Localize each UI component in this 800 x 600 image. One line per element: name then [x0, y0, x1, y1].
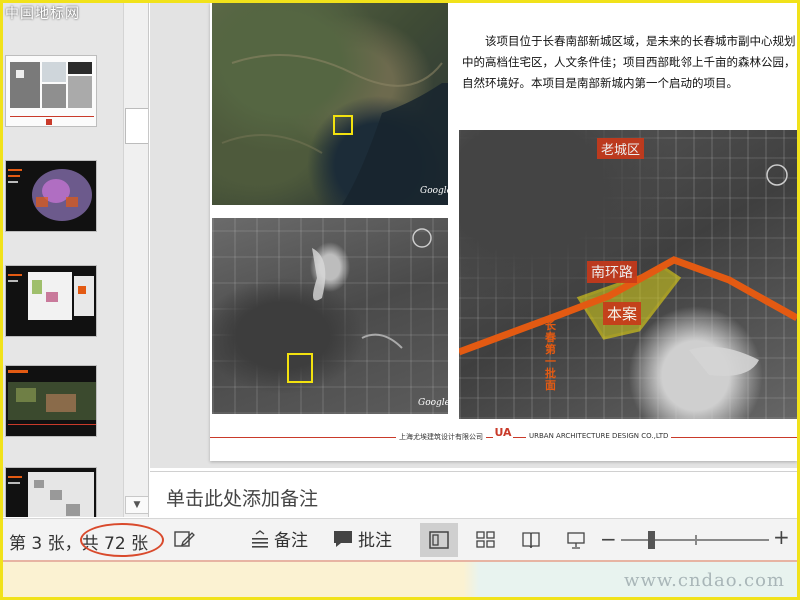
project-description: 该项目位于长春南部新城区域，是未来的长春城市副中心规划中的高档住宅区，人文条件佳… — [462, 34, 796, 90]
company-name-en: URBAN ARCHITECTURE DESIGN CO.,LTD — [526, 432, 672, 440]
company-logo: UA — [493, 427, 513, 455]
slide-counter-prefix: 第 3 张， — [9, 534, 82, 554]
location-marker — [333, 115, 353, 135]
slide-thumbnail-2[interactable] — [5, 160, 97, 232]
slide-sorter-icon — [476, 531, 496, 549]
scroll-down-button[interactable]: ▼ — [125, 496, 148, 514]
notes-placeholder[interactable]: 单击此处添加备注 — [166, 484, 318, 511]
thumbnail-top-label: 中国地标网 — [5, 6, 80, 22]
google-watermark: Google — [418, 398, 448, 408]
zoom-center-tick — [695, 535, 697, 545]
project-site-label: 本案 — [603, 302, 642, 325]
company-name-cn: 上海尤埃建筑设计有限公司 — [396, 432, 486, 442]
normal-view-button[interactable] — [420, 523, 458, 557]
slide-sorter-button[interactable] — [467, 523, 505, 557]
bottom-strip: www.cndao.com — [3, 560, 797, 597]
highlight-circle — [80, 523, 164, 557]
slide-editing-area: Google Google 该项目位于长春南部新城区域，是未来的长春城市副中心规… — [150, 3, 797, 468]
reading-view-icon — [521, 531, 541, 549]
slide-thumbnail-3[interactable] — [5, 265, 97, 337]
annotated-map: 老城区 南环路 本案 长春第一批面 — [459, 130, 797, 419]
satellite-image-region: Google — [212, 3, 448, 205]
current-slide[interactable]: Google Google 该项目位于长春南部新城区域，是未来的长春城市副中心规… — [210, 3, 797, 461]
slideshow-icon — [566, 531, 586, 549]
zoom-slider-thumb[interactable] — [648, 531, 655, 549]
slide-thumbnail-1[interactable] — [5, 55, 97, 127]
slide-thumbnail-4[interactable] — [5, 365, 97, 437]
edit-icon[interactable] — [173, 529, 195, 549]
comments-label: 批注 — [358, 531, 392, 551]
thumbnail-scrollbar[interactable]: ▼ — [123, 3, 148, 517]
scrollbar-thumb[interactable] — [125, 108, 148, 144]
old-city-label: 老城区 — [597, 138, 645, 159]
zoom-in-button[interactable]: + — [773, 525, 790, 549]
slide-thumbnail-5[interactable] — [5, 467, 97, 517]
slideshow-button[interactable] — [557, 523, 595, 557]
notes-icon — [250, 529, 270, 548]
status-bar: 第 3 张，共 72 张 备注 批注 − + — [3, 518, 797, 560]
normal-view-icon — [429, 531, 449, 549]
zoom-out-button[interactable]: − — [600, 527, 617, 551]
notes-label: 备注 — [274, 531, 308, 551]
notes-pane[interactable]: 单击此处添加备注 — [150, 471, 797, 517]
comments-button[interactable]: 批注 — [332, 526, 392, 551]
south-ring-road-label: 南环路 — [587, 261, 637, 283]
chevron-down-icon: ▼ — [133, 500, 141, 510]
notes-button[interactable]: 备注 — [250, 526, 308, 551]
thumbnail-panel: 中国地标网 ▼ — [3, 3, 149, 517]
city-satellite-image: Google — [212, 218, 448, 414]
reading-view-button[interactable] — [512, 523, 550, 557]
comment-icon — [332, 529, 354, 549]
google-watermark: Google — [420, 186, 448, 196]
location-marker — [287, 353, 313, 383]
site-watermark: www.cndao.com — [624, 570, 785, 591]
side-zone-label: 长春第一批面 — [545, 319, 556, 392]
